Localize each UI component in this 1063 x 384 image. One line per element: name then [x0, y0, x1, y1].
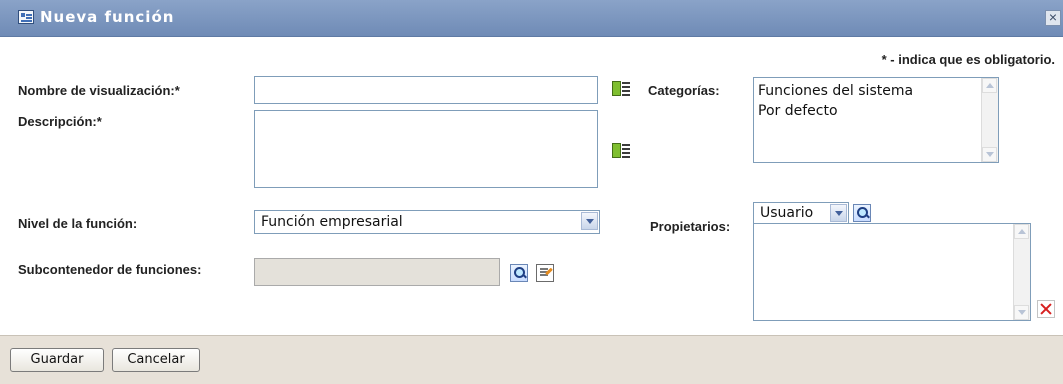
subcontainer-label: Subcontenedor de funciones:	[18, 262, 202, 277]
save-button[interactable]: Guardar	[10, 348, 104, 372]
search-icon[interactable]	[510, 264, 528, 282]
display-name-label: Nombre de visualización:*	[18, 83, 180, 98]
dialog-title: Nueva función	[40, 8, 175, 26]
description-label: Descripción:*	[18, 114, 102, 129]
chevron-down-icon[interactable]	[581, 212, 598, 230]
localize-icon[interactable]	[612, 80, 631, 98]
description-textarea[interactable]	[254, 110, 598, 188]
delete-icon[interactable]	[1037, 300, 1055, 318]
required-note: * - indica que es obligatorio.	[881, 52, 1055, 67]
scroll-up-icon[interactable]	[982, 78, 997, 93]
category-item[interactable]: Por defecto	[758, 101, 994, 121]
categories-list[interactable]: Funciones del sistema Por defecto	[753, 77, 999, 163]
chevron-down-icon[interactable]	[830, 204, 847, 222]
dialog-title-bar: Nueva función ×	[0, 0, 1063, 37]
close-icon[interactable]: ×	[1045, 10, 1061, 26]
search-icon[interactable]	[853, 204, 871, 222]
cancel-button[interactable]: Cancelar	[112, 348, 200, 372]
owners-label: Propietarios:	[650, 219, 731, 234]
owners-type-value: Usuario	[760, 205, 814, 221]
scroll-down-icon[interactable]	[1014, 305, 1029, 320]
owners-type-select[interactable]: Usuario	[753, 202, 849, 224]
subcontainer-input[interactable]	[254, 258, 500, 286]
categories-scrollbar[interactable]	[981, 78, 998, 162]
owners-list[interactable]	[753, 223, 1031, 321]
role-level-value: Función empresarial	[261, 214, 403, 230]
category-item[interactable]: Funciones del sistema	[758, 81, 994, 101]
categories-label: Categorías:	[648, 83, 720, 98]
scroll-down-icon[interactable]	[982, 147, 997, 162]
edit-icon[interactable]	[536, 264, 554, 282]
localize-icon[interactable]	[612, 142, 631, 160]
scroll-up-icon[interactable]	[1014, 224, 1029, 239]
dialog-footer: Guardar Cancelar	[0, 335, 1063, 384]
role-level-label: Nivel de la función:	[18, 216, 138, 231]
role-icon	[18, 10, 34, 24]
display-name-input[interactable]	[254, 76, 598, 104]
new-role-dialog: Nueva función × * - indica que es obliga…	[0, 0, 1063, 384]
role-level-select[interactable]: Función empresarial	[254, 210, 600, 234]
owners-scrollbar[interactable]	[1013, 224, 1030, 320]
